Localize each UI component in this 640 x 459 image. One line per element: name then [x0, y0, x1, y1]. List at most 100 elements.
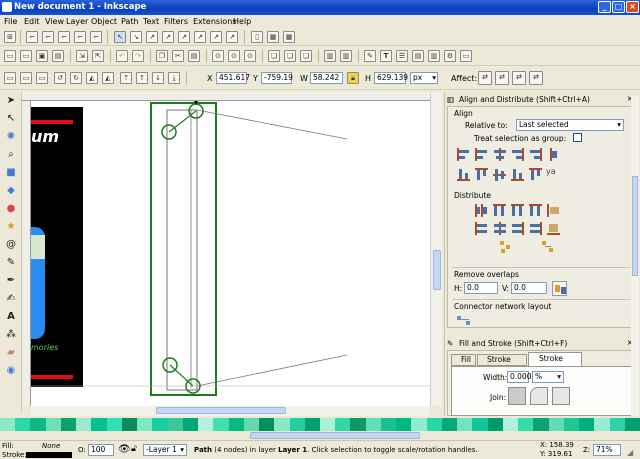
stroke-indicator-swatch[interactable]: [26, 452, 72, 458]
palette-swatch[interactable]: [472, 418, 489, 431]
lock-icon[interactable]: 🔓︎: [131, 444, 137, 454]
tab-stroke-style[interactable]: Stroke style: [528, 352, 582, 375]
palette-swatch[interactable]: [228, 418, 245, 431]
x-field[interactable]: 451.617: [216, 72, 250, 84]
new-document-icon[interactable]: ▭: [4, 50, 16, 62]
unlink-clone-icon[interactable]: ❏: [300, 50, 312, 62]
align-distribute-icon[interactable]: ▥: [428, 50, 440, 62]
align-top-icon[interactable]: [474, 167, 489, 182]
distribute-gaps-icon[interactable]: [528, 203, 543, 218]
overlap-v-field[interactable]: 0.0: [511, 282, 547, 294]
align-panel-header[interactable]: ▥ Align and Distribute (Shift+Ctrl+A) ×: [447, 94, 637, 105]
snap-bbox-icon[interactable]: ⌐: [26, 31, 38, 43]
snap-center-icon[interactable]: ⌐: [90, 31, 102, 43]
palette-scrollbar[interactable]: [0, 431, 640, 440]
distribute-middle-icon[interactable]: [492, 221, 507, 236]
3d-box-tool-icon[interactable]: ◆: [4, 184, 18, 198]
align-right-icon[interactable]: [510, 147, 525, 162]
rotate-cw-icon[interactable]: ↻: [70, 72, 82, 84]
close-button[interactable]: ×: [626, 1, 639, 13]
palette-swatch[interactable]: [45, 418, 62, 431]
cut-icon[interactable]: ✂: [172, 50, 184, 62]
palette-swatch[interactable]: [320, 418, 336, 431]
pencil-tool-icon[interactable]: ✎: [4, 256, 18, 270]
join-round-icon[interactable]: [530, 387, 548, 405]
align-bottom-icon[interactable]: [510, 167, 525, 182]
align-bottom-edge-icon[interactable]: [456, 167, 471, 182]
palette-swatch[interactable]: [289, 418, 306, 431]
horizontal-ruler[interactable]: [22, 92, 430, 101]
opacity-field[interactable]: 100: [88, 444, 114, 456]
tweak-tool-icon[interactable]: ✺: [4, 130, 18, 144]
menu-path[interactable]: Path: [121, 17, 139, 26]
palette-swatch[interactable]: [609, 418, 626, 431]
dock-scrollbar[interactable]: [631, 96, 639, 416]
palette-swatch[interactable]: [624, 418, 640, 431]
center-horizontal-axis-icon[interactable]: [492, 167, 507, 182]
dock-scroll-thumb[interactable]: [632, 176, 638, 276]
unclump-icon[interactable]: [540, 239, 555, 254]
relative-to-select[interactable]: Last selected ▾: [516, 119, 624, 131]
resize-grip-icon[interactable]: ◢: [627, 448, 633, 457]
eraser-tool-icon[interactable]: ▰: [4, 346, 18, 360]
palette-swatch[interactable]: [396, 418, 412, 431]
palette-swatch[interactable]: [198, 418, 214, 431]
select-all-icon[interactable]: ▭: [4, 72, 16, 84]
maximize-button[interactable]: □: [612, 1, 625, 13]
vertical-ruler[interactable]: [22, 101, 31, 406]
palette-swatch[interactable]: [350, 418, 367, 431]
horizontal-scroll-thumb[interactable]: [156, 407, 286, 414]
zoom-tool-icon[interactable]: ⌕: [4, 148, 18, 162]
spiral-tool-icon[interactable]: @: [4, 238, 18, 252]
distribute-baseline-icon[interactable]: [546, 203, 561, 218]
align-top-edge-icon[interactable]: [528, 167, 543, 182]
menu-extensions[interactable]: Extensions: [193, 17, 236, 26]
preferences-icon[interactable]: ⚙: [444, 50, 456, 62]
palette-swatch[interactable]: [60, 418, 77, 431]
h-field[interactable]: 629.139: [374, 72, 408, 84]
snap-nodes-icon[interactable]: ↖: [114, 31, 126, 43]
align-text-icon[interactable]: [546, 147, 561, 162]
palette-swatch[interactable]: [335, 418, 351, 431]
deselect-icon[interactable]: ▭: [36, 72, 48, 84]
zoom-selection-icon[interactable]: ⊙: [212, 50, 224, 62]
import-icon[interactable]: ⇲: [76, 50, 88, 62]
menu-edit[interactable]: Edit: [24, 17, 40, 26]
save-icon[interactable]: ▣: [36, 50, 48, 62]
distribute-top-icon[interactable]: [474, 221, 489, 236]
ungroup-icon[interactable]: ▥: [340, 50, 352, 62]
align-left-edge-icon[interactable]: [456, 147, 471, 162]
vertical-scrollbar[interactable]: [430, 92, 442, 406]
affect-pattern-icon[interactable]: ⇄: [529, 71, 543, 85]
menu-help[interactable]: Help: [233, 17, 251, 26]
selector-tool-icon[interactable]: ➤: [4, 94, 18, 108]
text-tool-icon[interactable]: A: [4, 310, 18, 324]
palette-swatch[interactable]: [594, 418, 611, 431]
snap-toggle-icon[interactable]: ⊞: [4, 31, 16, 43]
palette-swatch[interactable]: [274, 418, 291, 431]
clone-icon[interactable]: ❏: [284, 50, 296, 62]
palette-swatch[interactable]: [15, 418, 31, 431]
palette-swatch[interactable]: [457, 418, 473, 431]
palette-swatch[interactable]: [502, 418, 519, 431]
snap-grid-icon[interactable]: ▦: [267, 31, 279, 43]
palette-swatch[interactable]: [548, 418, 565, 431]
calligraphy-tool-icon[interactable]: ✍: [4, 292, 18, 306]
lower-to-bottom-icon[interactable]: ⤓: [168, 72, 180, 84]
snap-midpoint-icon[interactable]: ⌐: [74, 31, 86, 43]
horizontal-scrollbar[interactable]: [31, 406, 430, 416]
palette-swatch[interactable]: [533, 418, 550, 431]
lower-icon[interactable]: ↓: [152, 72, 164, 84]
spray-tool-icon[interactable]: ⁂: [4, 328, 18, 342]
duplicate-icon[interactable]: ❏: [268, 50, 280, 62]
snap-objmid-icon[interactable]: ↗: [194, 31, 206, 43]
palette-swatch[interactable]: [259, 418, 275, 431]
snap-corner-icon[interactable]: ⌐: [58, 31, 70, 43]
raise-to-top-icon[interactable]: ⤒: [120, 72, 132, 84]
palette-swatch[interactable]: [411, 418, 428, 431]
snap-smooth-icon[interactable]: ↗: [178, 31, 190, 43]
zoom-drawing-icon[interactable]: ⊙: [228, 50, 240, 62]
distribute-vbaseline-icon[interactable]: [546, 221, 561, 236]
palette-swatch[interactable]: [487, 418, 504, 431]
tab-stroke-paint[interactable]: Stroke paint: [477, 354, 527, 374]
